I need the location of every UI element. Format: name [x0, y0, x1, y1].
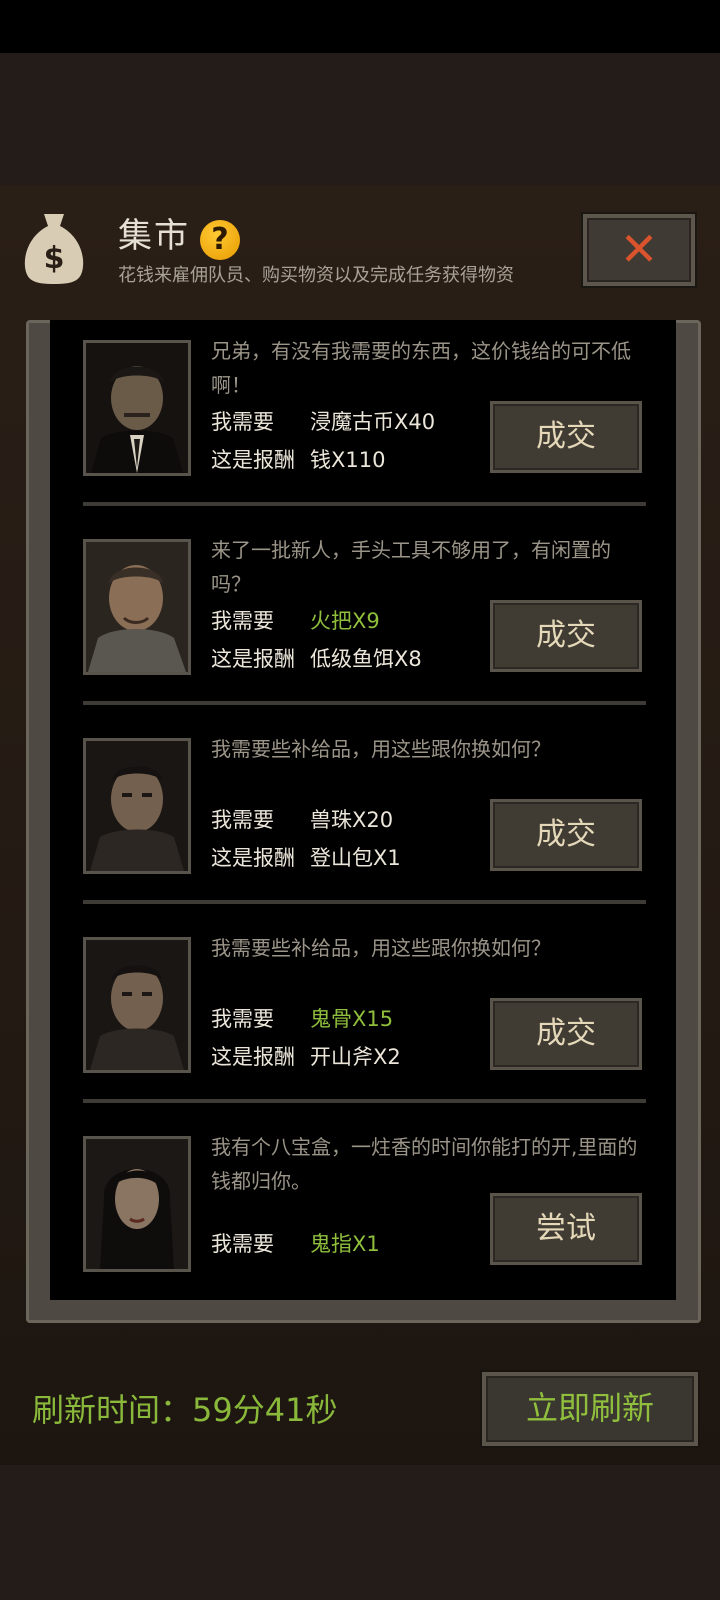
dialog-text: 兄弟，有没有我需要的东西，这价钱给的可不低啊！: [211, 339, 631, 397]
divider: [83, 1099, 646, 1103]
reward-label: 这是报酬: [211, 1045, 295, 1069]
reward-label: 这是报酬: [211, 448, 295, 472]
trade-item: 我需要些补给品，用这些跟你换如何？ 我需要 兽珠X20 这是报酬 登山包X1 成…: [50, 718, 676, 917]
question-icon[interactable]: ?: [200, 220, 240, 260]
divider: [83, 701, 646, 705]
dialog-text: 我需要些补给品，用这些跟你换如何？: [211, 737, 551, 761]
close-button[interactable]: ✕: [583, 214, 695, 286]
dialog-text: 我有个八宝盒，一炷香的时间你能打的开,里面的钱都归你。: [211, 1135, 638, 1193]
trade-item: 我有个八宝盒，一炷香的时间你能打的开,里面的钱都归你。 我需要 鬼指X1 尝试: [50, 1116, 676, 1300]
trade-item: 兄弟，有没有我需要的东西，这价钱给的可不低啊！ 我需要 浸魔古币X40 这是报酬…: [50, 320, 676, 519]
refresh-now-button[interactable]: 立即刷新: [482, 1372, 698, 1446]
money-bag-icon: $: [24, 214, 84, 284]
need-value: 兽珠X20: [310, 808, 394, 832]
trade-item: 来了一批新人，手头工具不够用了，有闲置的吗？ 我需要 火把X9 这是报酬 低级鱼…: [50, 519, 676, 718]
need-label: 我需要: [211, 410, 274, 434]
deal-button[interactable]: 成交: [490, 998, 642, 1070]
need-label: 我需要: [211, 808, 274, 832]
trade-list[interactable]: 兄弟，有没有我需要的东西，这价钱给的可不低啊！ 我需要 浸魔古币X40 这是报酬…: [50, 320, 676, 1300]
deal-button[interactable]: 成交: [490, 401, 642, 473]
reward-label: 这是报酬: [211, 846, 295, 870]
page-title: 集市: [118, 216, 190, 256]
try-button[interactable]: 尝试: [490, 1193, 642, 1265]
scarred-man-portrait: [83, 738, 191, 874]
man-in-suit-portrait: [83, 340, 191, 476]
need-value: 浸魔古币X40: [310, 410, 436, 434]
dialog-text: 来了一批新人，手头工具不够用了，有闲置的吗？: [211, 538, 611, 596]
reward-value: 低级鱼饵X8: [310, 647, 422, 671]
divider: [83, 502, 646, 506]
need-value: 鬼指X1: [310, 1232, 380, 1256]
deal-button[interactable]: 成交: [490, 799, 642, 871]
deal-button[interactable]: 成交: [490, 600, 642, 672]
svg-text:$: $: [44, 241, 65, 276]
reward-label: 这是报酬: [211, 647, 295, 671]
page-subtitle: 花钱来雇佣队员、购买物资以及完成任务获得物资: [118, 265, 514, 286]
trade-item: 我需要些补给品，用这些跟你换如何？ 我需要 鬼骨X15 这是报酬 开山斧X2 成…: [50, 917, 676, 1116]
scarred-man-portrait: [83, 937, 191, 1073]
need-label: 我需要: [211, 609, 274, 633]
need-label: 我需要: [211, 1007, 274, 1031]
need-value: 火把X9: [310, 609, 380, 633]
refresh-timer: 刷新时间：59分41秒: [32, 1391, 338, 1429]
need-label: 我需要: [211, 1232, 274, 1256]
woman-portrait: [83, 1136, 191, 1272]
dialog-text: 我需要些补给品，用这些跟你换如何？: [211, 936, 551, 960]
status-bar: [0, 0, 720, 53]
reward-value: 开山斧X2: [310, 1045, 401, 1069]
reward-value: 登山包X1: [310, 846, 401, 870]
divider: [83, 900, 646, 904]
reward-value: 钱X110: [310, 448, 386, 472]
need-value: 鬼骨X15: [310, 1007, 394, 1031]
older-man-portrait: [83, 539, 191, 675]
